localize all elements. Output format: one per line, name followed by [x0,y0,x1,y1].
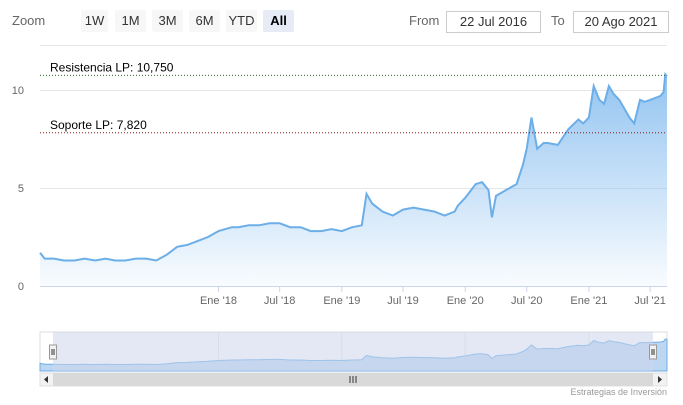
series-area-fill [40,74,667,287]
x-tick-label: Ene '21 [570,295,607,307]
price-chart: Resistencia LP: 10,750Soporte LP: 7,820 … [12,45,668,387]
series-area [39,72,668,287]
x-axis: Ene '18 Jul '18 Ene '19 Jul '19 Ene '20 Jul '… [40,286,667,307]
x-tick-label: Jul '20 [511,295,542,307]
x-tick-label: Ene '20 [447,295,484,307]
x-tick-label: Jul '18 [264,295,295,307]
y-axis: 0 5 10 [12,85,24,293]
y-tick-label: 10 [12,85,24,97]
x-tick-label: Jul '19 [387,295,418,307]
x-tick-label: Ene '19 [323,295,360,307]
resistance-label: Resistencia LP: 10,750 [50,60,174,74]
y-tick-label: 5 [18,183,24,195]
credits: Estrategias de Inversión [570,387,667,397]
navigator[interactable]: 2018201920202021 [39,331,668,387]
navigator-selection[interactable] [53,332,653,371]
navigator-handle-right[interactable] [649,344,657,360]
support-label: Soporte LP: 7,820 [50,118,147,132]
x-tick-label: Ene '18 [200,295,237,307]
plot-lines: Resistencia LP: 10,750 Soporte LP: 7,820 [40,60,667,134]
y-tick-label: 0 [18,281,24,293]
navigator-handle-left[interactable] [49,344,57,360]
x-tick-label: Jul '21 [634,295,665,307]
